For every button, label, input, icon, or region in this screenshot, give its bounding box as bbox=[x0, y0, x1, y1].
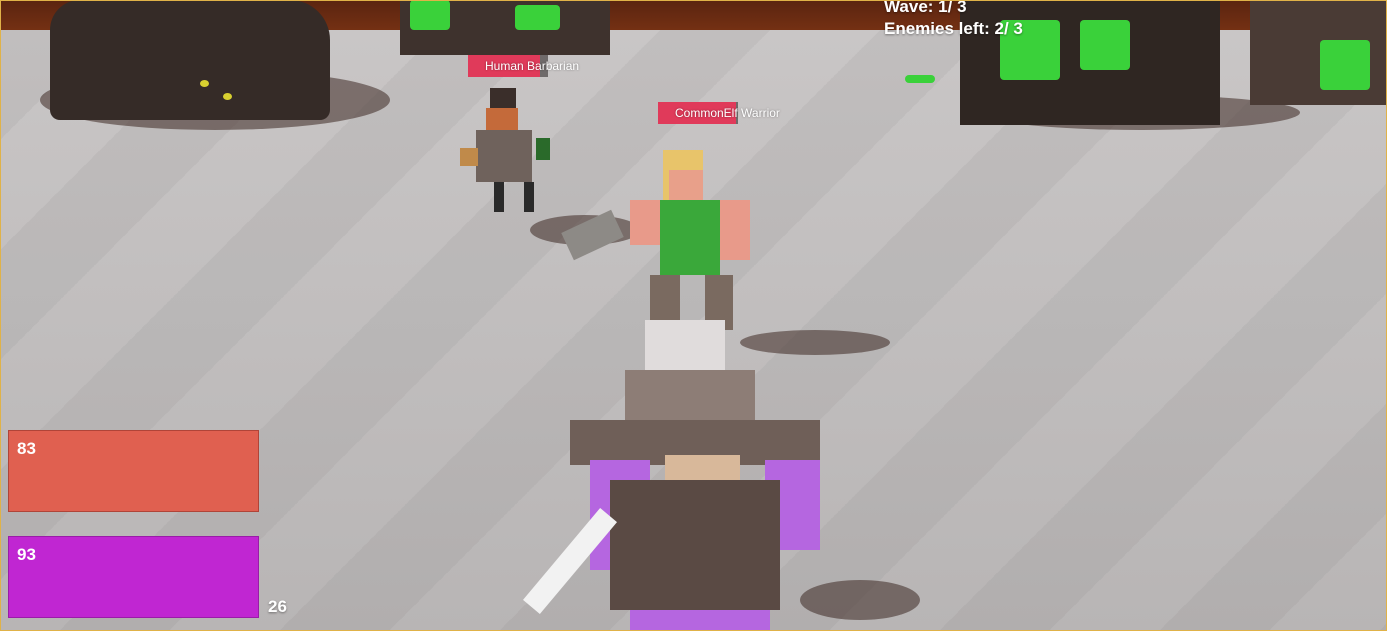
moss-patch bbox=[1320, 40, 1370, 90]
ammo-counter: 26 bbox=[268, 597, 287, 616]
mana-value: 93 bbox=[17, 545, 36, 564]
enemy-name-label: CommonElf Warrior bbox=[675, 106, 780, 120]
enemy-nameplate-barbarian: Human Barbarian bbox=[468, 55, 579, 77]
creature-eye-left bbox=[200, 80, 209, 87]
moss-patch bbox=[905, 75, 935, 83]
moss-patch bbox=[410, 0, 450, 30]
enemies-left-counter: Enemies left: 2/ 3 bbox=[884, 19, 1023, 38]
wave-status: Wave: 1/ 3 Enemies left: 2/ 3 bbox=[884, 0, 1023, 40]
rock-left bbox=[50, 0, 330, 120]
wave-counter: Wave: 1/ 3 bbox=[884, 0, 967, 16]
health-bar: 83 bbox=[8, 430, 259, 512]
moss-patch bbox=[515, 5, 560, 30]
game-viewport[interactable]: Human Barbarian CommonElf Warrior Wave: … bbox=[0, 0, 1387, 631]
enemy-human-barbarian[interactable] bbox=[450, 88, 550, 218]
moss-patch bbox=[1080, 20, 1130, 70]
player-shadow bbox=[800, 580, 920, 620]
enemy-elf-warrior[interactable] bbox=[561, 150, 760, 340]
health-value: 83 bbox=[17, 439, 36, 458]
player-character bbox=[510, 320, 840, 631]
enemy-nameplate-elf: CommonElf Warrior bbox=[658, 102, 780, 124]
enemy-name-label: Human Barbarian bbox=[485, 59, 580, 73]
creature-eye-right bbox=[223, 93, 232, 100]
mana-bar: 93 bbox=[8, 536, 259, 618]
